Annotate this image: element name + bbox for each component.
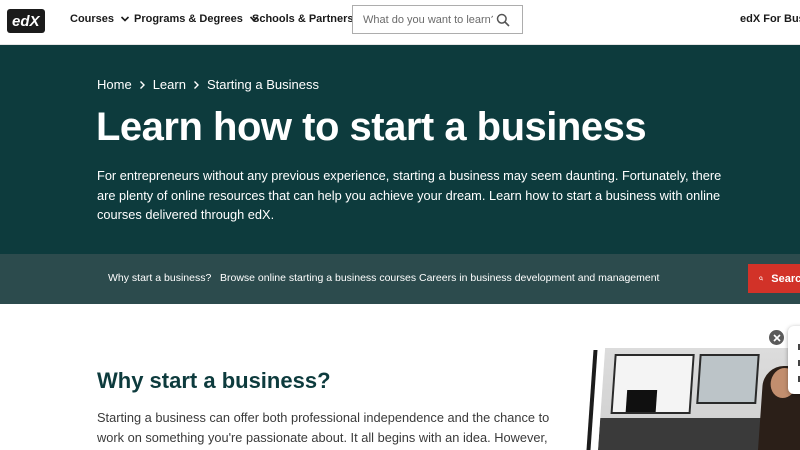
edx-logo[interactable]: edX [7,9,45,33]
chevron-right-icon [139,80,145,89]
close-icon [772,333,781,342]
subnav-browse-courses[interactable]: Browse online starting a business course… [220,272,416,284]
hero-description: For entrepreneurs without any previous e… [97,168,722,222]
section-body: Starting a business can offer both profe… [97,410,550,445]
section-heading: Why start a business? [97,368,331,393]
page-title: Learn how to start a business [96,105,647,149]
breadcrumb-current: Starting a Business [206,77,319,92]
nav-schools-label: Schools & Partners [252,13,354,25]
search-input[interactable] [353,6,493,33]
search-box[interactable] [352,5,523,34]
breadcrumb-learn[interactable]: Learn [153,77,186,92]
chat-popup[interactable] [788,326,800,394]
office-photo [598,348,800,450]
search-button[interactable]: Search [748,264,800,293]
breadcrumb-home[interactable]: Home [97,77,132,92]
breadcrumb: Home Learn Starting a Business [97,77,319,92]
search-icon[interactable] [496,13,510,27]
chevron-right-icon [193,80,199,89]
nav-programs-degrees[interactable]: Programs & Degrees [134,13,259,25]
section-nav: Why start a business? Browse online star… [0,254,800,304]
edx-logo-mark: edX [12,13,41,29]
nav-programs-label: Programs & Degrees [134,13,243,25]
nav-courses[interactable]: Courses [70,13,130,25]
search-button-label: Search [771,272,800,285]
edx-for-business-link[interactable]: edX For Business [740,13,800,25]
nav-courses-label: Courses [70,13,115,25]
site-header: edX Courses Programs & Degrees Schools &… [0,0,800,45]
nav-schools-partners[interactable]: Schools & Partners [252,13,353,25]
photo-window [696,354,760,404]
svg-text:edX: edX [12,13,41,29]
image-frame [586,350,598,450]
chevron-down-icon [120,16,130,22]
photo-monitor [625,390,658,412]
hero-banner: Home Learn Starting a Business Learn how… [0,45,800,254]
close-popup-button[interactable] [769,330,784,345]
subnav-careers[interactable]: Careers in business development and mana… [419,272,659,284]
subnav-why-start[interactable]: Why start a business? [108,272,211,284]
search-icon [759,276,764,281]
